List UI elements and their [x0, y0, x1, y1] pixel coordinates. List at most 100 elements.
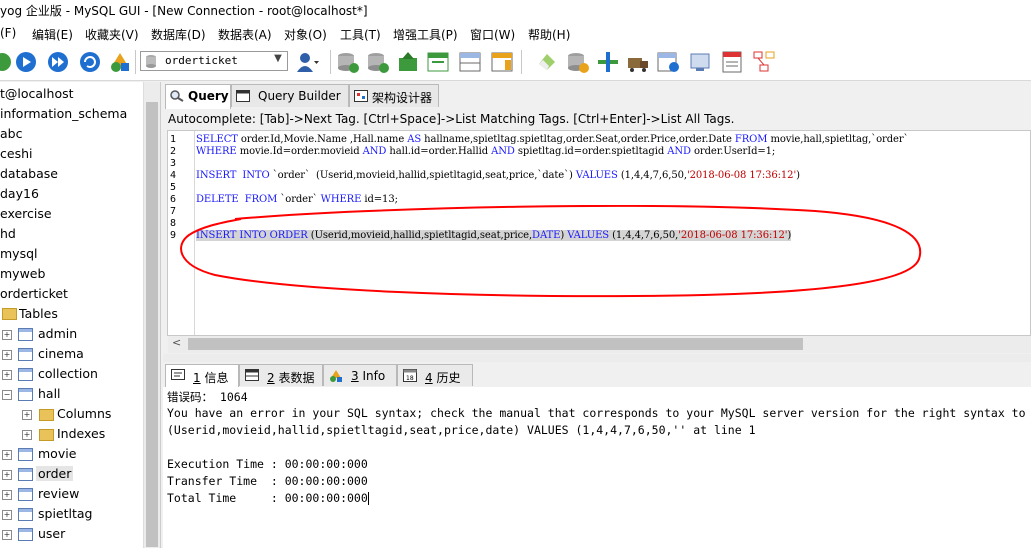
menu-tools[interactable]: 工具(T) [340, 26, 381, 43]
expand-icon[interactable]: + [22, 410, 32, 420]
table-node[interactable]: collection [38, 366, 98, 381]
table-node-hall[interactable]: hall [38, 386, 61, 401]
tab-table-data[interactable]: 2 表数据 [239, 364, 323, 386]
table-node[interactable]: review [38, 486, 79, 501]
menu-database[interactable]: 数据库(D) [151, 26, 206, 43]
import-icon[interactable] [426, 50, 450, 74]
alter-database-icon[interactable] [366, 50, 390, 74]
table-icon [18, 388, 33, 401]
expand-icon[interactable]: + [2, 470, 12, 480]
db-node-orderticket[interactable]: orderticket [0, 286, 68, 301]
table-icon [18, 368, 33, 381]
tables-folder[interactable]: Tables [19, 306, 58, 321]
menu-edit[interactable]: 编辑(E) [32, 26, 73, 43]
schema-icon[interactable] [490, 50, 514, 74]
refresh-icon[interactable] [78, 50, 102, 74]
messages-panel[interactable]: 错误码： 1064 You have an error in your SQL … [163, 387, 1031, 548]
folder-icon [2, 308, 17, 320]
expand-icon[interactable]: + [2, 490, 12, 500]
collapse-icon[interactable]: − [2, 390, 12, 400]
db-node[interactable]: day16 [0, 186, 39, 201]
db-node[interactable]: abc [0, 126, 22, 141]
expand-icon[interactable]: + [2, 370, 12, 380]
scheduled-job-icon[interactable] [656, 50, 680, 74]
execute-all-icon[interactable] [46, 50, 70, 74]
table-node[interactable]: cinema [38, 346, 84, 361]
table-icon [18, 528, 33, 541]
db-node[interactable]: information_schema [0, 106, 127, 121]
db-node[interactable]: exercise [0, 206, 52, 221]
eraser-icon[interactable] [535, 50, 559, 74]
compare-icon[interactable] [596, 50, 620, 74]
sync-database-icon[interactable] [566, 50, 590, 74]
expand-icon[interactable]: + [22, 430, 32, 440]
pane-splitter[interactable] [163, 354, 1031, 362]
menu-power-tools[interactable]: 增强工具(P) [393, 26, 458, 43]
code-line-4: INSERT INTO `order` (Userid,movieid,hall… [196, 170, 800, 181]
tab-schema-designer[interactable]: 架构设计器 [349, 84, 439, 107]
total-time: Total Time : 00:00:00:000 [167, 491, 368, 505]
code-line-6: DELETE FROM `order` WHERE id=13; [196, 194, 398, 205]
new-connection-icon[interactable] [0, 50, 14, 74]
tab-messages[interactable]: 1 信息 [165, 364, 239, 388]
editor-horizontal-scrollbar[interactable]: < [168, 336, 1031, 353]
expand-icon[interactable]: + [2, 510, 12, 520]
create-database-icon[interactable] [336, 50, 360, 74]
menu-favorites[interactable]: 收藏夹(V) [85, 26, 139, 43]
svg-text:18: 18 [406, 375, 414, 382]
expand-icon[interactable]: + [2, 350, 12, 360]
database-select[interactable]: orderticket ▼ [140, 51, 288, 71]
shapes-icon[interactable] [108, 50, 132, 74]
database-select-value: orderticket [165, 54, 238, 67]
tab-history[interactable]: 18 4 历史 [397, 364, 473, 386]
columns-folder[interactable]: Columns [57, 406, 111, 421]
indexes-folder[interactable]: Indexes [57, 426, 105, 441]
table-node-order-selected[interactable]: order [36, 466, 74, 481]
tab-info[interactable]: 3 Info [323, 364, 397, 386]
execute-icon[interactable] [14, 50, 38, 74]
menu-help[interactable]: 帮助(H) [528, 26, 570, 43]
query-profiler-icon[interactable] [688, 50, 712, 74]
db-node[interactable]: database [0, 166, 58, 181]
table-icon [245, 369, 259, 381]
line-number: 6 [170, 194, 177, 205]
table-node[interactable]: movie [38, 446, 76, 461]
db-node[interactable]: ceshi [0, 146, 32, 161]
menu-file[interactable]: (F) [0, 26, 16, 40]
result-tab-strip: 1 信息 2 表数据 3 Info 18 4 历史 [163, 364, 1031, 388]
schema-designer-icon[interactable] [752, 50, 776, 74]
tab-query[interactable]: Query [165, 84, 231, 109]
table-node[interactable]: user [38, 526, 65, 541]
expand-icon[interactable]: + [2, 330, 12, 340]
tab-number: 4 [425, 371, 433, 385]
migration-icon[interactable] [626, 50, 650, 74]
tab-label: 表数据 [274, 371, 315, 385]
table-node[interactable]: admin [38, 326, 77, 341]
db-node[interactable]: hd [0, 226, 16, 241]
tab-query-builder[interactable]: Query Builder [231, 84, 349, 107]
chevron-down-icon[interactable]: ▼ [271, 53, 285, 69]
table-icon [18, 448, 33, 461]
report-icon[interactable] [720, 50, 744, 74]
backup-icon[interactable] [396, 50, 420, 74]
menu-table[interactable]: 数据表(A) [218, 26, 272, 43]
connection-node[interactable]: t@localhost [0, 86, 74, 101]
expand-icon[interactable]: + [2, 530, 12, 540]
table-data-icon[interactable] [458, 50, 482, 74]
transfer-time: Transfer Time : 00:00:00:000 [167, 474, 368, 488]
user-icon[interactable] [295, 50, 319, 74]
db-node[interactable]: mysql [0, 246, 38, 261]
chevron-left-icon[interactable]: < [172, 336, 181, 349]
title-bar: yog 企业版 - MySQL GUI - [New Connection - … [0, 0, 1031, 22]
error-code: 错误码： 1064 [167, 390, 248, 404]
database-icon [146, 55, 156, 68]
line-number: 2 [170, 146, 177, 157]
query-tab-strip: Query Query Builder 架构设计器 [163, 84, 1031, 109]
tab-schema-designer-label: 架构设计器 [372, 91, 433, 105]
menu-objects[interactable]: 对象(O) [284, 26, 327, 43]
sidebar-scrollbar[interactable] [143, 82, 160, 548]
menu-window[interactable]: 窗口(W) [470, 26, 515, 43]
expand-icon[interactable]: + [2, 450, 12, 460]
table-node[interactable]: spietltag [38, 506, 92, 521]
db-node[interactable]: myweb [0, 266, 45, 281]
